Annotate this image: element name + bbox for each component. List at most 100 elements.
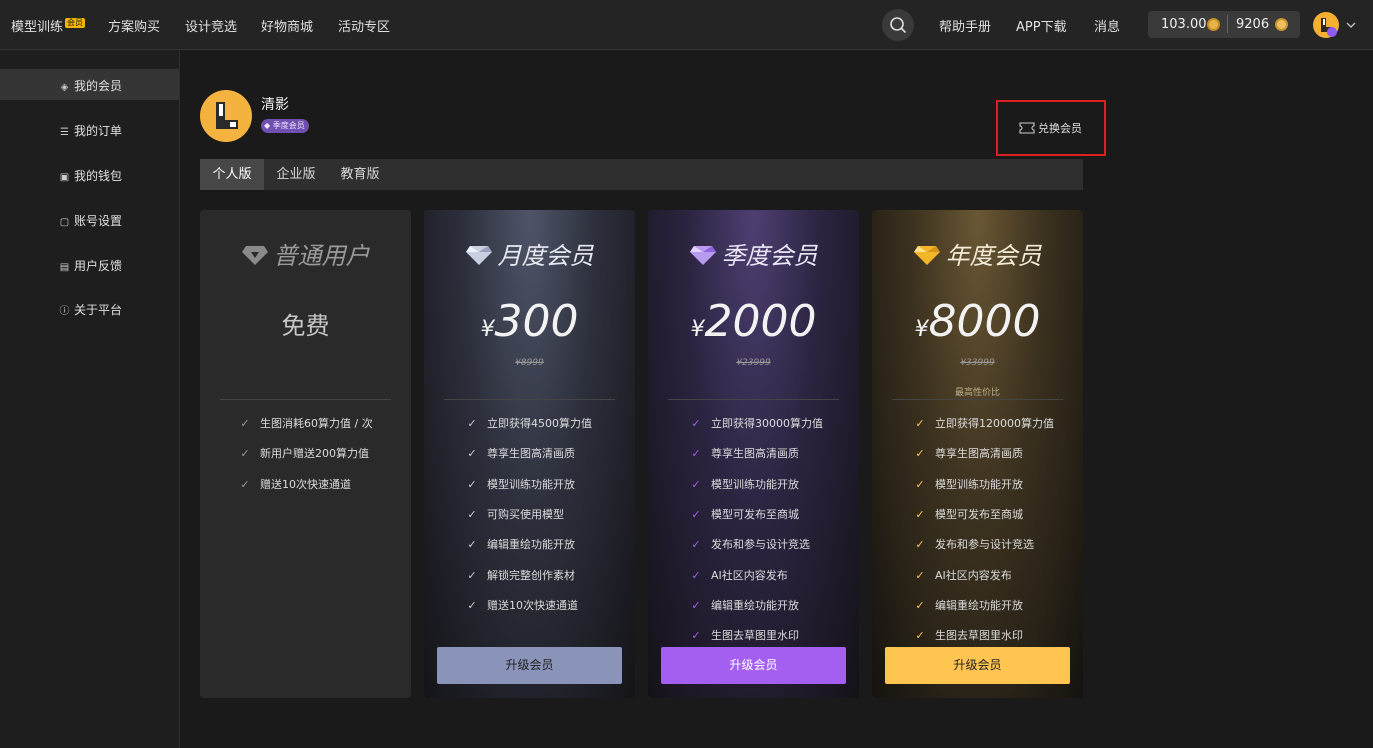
member-level-label: 季度会员 xyxy=(272,121,305,130)
feature-label: 发布和参与设计竞选 xyxy=(935,538,1034,552)
check-icon: ✓ xyxy=(691,417,701,430)
original-price: ¥23999 xyxy=(736,358,771,368)
feature-label: 立即获得120000算力值 xyxy=(935,417,1054,430)
plan-title-text: 普通用户 xyxy=(273,242,370,270)
plan-price: 免费 xyxy=(281,312,330,340)
check-icon: ✓ xyxy=(467,598,477,612)
feature-item: ✓ 编辑重绘功能开放 xyxy=(466,536,575,552)
tab-personal[interactable]: 个人版 xyxy=(200,159,264,190)
check-icon: ✓ xyxy=(691,477,701,491)
feature-item: ✓ 编辑重绘功能开放 xyxy=(914,597,1023,613)
feature-label: 编辑重绘功能开放 xyxy=(487,538,575,552)
search-button[interactable] xyxy=(882,9,914,41)
coin-icon xyxy=(1207,18,1220,31)
feature-item: ✓ 模型训练功能开放 xyxy=(466,476,575,492)
check-icon: ✓ xyxy=(915,568,925,582)
diamond-icon xyxy=(465,246,492,265)
feature-item: ✓ AI社区内容发布 xyxy=(690,567,788,583)
feature-item: ✓ 立即获得4500算力值 xyxy=(466,415,592,431)
points-icon xyxy=(1275,18,1288,31)
upgrade-button[interactable]: 升级会员 xyxy=(437,647,622,684)
divider xyxy=(444,399,615,400)
help-manual-link[interactable]: 帮助手册 xyxy=(939,16,991,35)
check-icon: ✓ xyxy=(467,447,477,461)
nav-item-plan-purchase[interactable]: 方案购买 xyxy=(108,16,160,35)
check-icon: ✓ xyxy=(915,629,925,643)
feedback-icon: ▤ xyxy=(59,262,70,273)
sidebar-item-wallet[interactable]: ▣ 我的钱包 xyxy=(0,159,179,190)
nav-item-mall[interactable]: 好物商城 xyxy=(261,16,313,35)
check-icon: ✓ xyxy=(915,507,925,521)
chevron-down-icon[interactable] xyxy=(1345,20,1357,30)
upgrade-button[interactable]: 升级会员 xyxy=(885,647,1070,684)
profile-avatar[interactable] xyxy=(200,90,252,142)
upgrade-button[interactable]: 升级会员 xyxy=(661,647,846,684)
plan-title-text: 月度会员 xyxy=(497,242,594,270)
member-status-dot xyxy=(1327,27,1337,37)
feature-label: 立即获得4500算力值 xyxy=(487,417,592,430)
feature-label: 模型训练功能开放 xyxy=(711,477,799,491)
plan-title-text: 年度会员 xyxy=(945,242,1042,270)
profile-name: 清影 xyxy=(261,97,289,113)
list-icon: ☰ xyxy=(60,127,69,138)
top-nav-bar: 模型训练 会员 方案购买 设计竞选 好物商城 活动专区 帮助手册 APP下载 消息… xyxy=(0,0,1373,50)
plan-title: 月度会员 xyxy=(424,236,635,271)
sidebar: ◈ 我的会员 ☰ 我的订单 ▣ 我的钱包 ▢ 账号设置 ▤ 用户反馈 ⓘ 关于平台 xyxy=(0,50,180,748)
redeem-membership-button[interactable]: 兑换会员 xyxy=(1019,120,1082,136)
check-icon: ✓ xyxy=(691,447,701,461)
sidebar-item-about[interactable]: ⓘ 关于平台 xyxy=(0,293,179,324)
plan-title-text: 季度会员 xyxy=(721,242,818,270)
plan-card-free: 普通用户 免费 ✓ 生图消耗60算力值 / 次 ✓ 新用户赠送200算力值 ✓ 赠送1… xyxy=(200,210,411,698)
sidebar-item-account-settings[interactable]: ▢ 账号设置 xyxy=(0,204,179,235)
nav-item-design-contest[interactable]: 设计竞选 xyxy=(185,16,237,35)
feature-label: 编辑重绘功能开放 xyxy=(711,598,799,612)
nav-item-model-training[interactable]: 模型训练 会员 xyxy=(11,16,86,35)
feature-label: 生图去草图里水印 xyxy=(935,629,1023,643)
plan-card-monthly: 月度会员 ¥300 ¥8999 ✓ 立即获得4500算力值 ✓ 尊享生图高清画质 ✓ 模型… xyxy=(424,210,635,698)
nav-item-events[interactable]: 活动专区 xyxy=(338,16,390,35)
feature-item: ✓ 赠送10次快速通道 xyxy=(240,478,351,491)
feature-label: 尊享生图高清画质 xyxy=(487,447,575,461)
feature-item: ✓ 立即获得30000算力值 xyxy=(690,415,823,431)
sidebar-item-label: 关于平台 xyxy=(74,303,123,317)
check-icon: ✓ xyxy=(240,417,250,430)
feature-item: ✓ 可购买使用模型 xyxy=(466,506,564,522)
feature-item: ✓ AI社区内容发布 xyxy=(914,567,1011,583)
check-icon: ✓ xyxy=(691,598,701,612)
sidebar-item-feedback[interactable]: ▤ 用户反馈 xyxy=(0,249,179,280)
feature-label: 生图去草图里水印 xyxy=(711,629,799,643)
feature-item: ✓ 发布和参与设计竞选 xyxy=(690,536,810,552)
feature-item: ✓ 发布和参与设计竞选 xyxy=(914,536,1034,552)
user-card-icon: ▢ xyxy=(59,217,70,228)
plan-title: 普通用户 xyxy=(200,236,411,271)
check-icon: ✓ xyxy=(467,568,477,582)
tab-enterprise[interactable]: 企业版 xyxy=(264,159,328,190)
sidebar-item-membership[interactable]: ◈ 我的会员 xyxy=(0,69,179,100)
diamond-icon xyxy=(913,246,940,265)
divider xyxy=(668,399,839,400)
balance-panel[interactable]: 103.00 9206 xyxy=(1148,11,1300,38)
check-icon: ✓ xyxy=(691,629,701,643)
sidebar-item-label: 账号设置 xyxy=(74,214,123,228)
feature-item: ✓ 尊享生图高清画质 xyxy=(466,445,575,461)
messages-link[interactable]: 消息 xyxy=(1094,16,1120,35)
sidebar-item-label: 用户反馈 xyxy=(74,259,123,273)
feature-label: 可购买使用模型 xyxy=(487,507,564,521)
plan-card-yearly: 年度会员 ¥8000 ¥33999 最高性价比 ✓ 立即获得120000算力值 ✓ 尊… xyxy=(872,210,1083,698)
app-download-link[interactable]: APP下载 xyxy=(1016,16,1067,35)
plan-title: 季度会员 xyxy=(648,236,859,271)
sidebar-item-orders[interactable]: ☰ 我的订单 xyxy=(0,114,179,145)
sidebar-item-label: 我的钱包 xyxy=(74,169,123,183)
tab-education[interactable]: 教育版 xyxy=(328,159,392,190)
feature-item: ✓ 生图消耗60算力值 / 次 xyxy=(240,417,373,430)
feature-label: AI社区内容发布 xyxy=(711,568,788,582)
points-balance: 9206 xyxy=(1236,17,1270,32)
member-level-badge: ◆ 季度会员 xyxy=(261,119,309,133)
feature-label: 解锁完整创作素材 xyxy=(487,568,575,582)
check-icon: ✓ xyxy=(240,478,250,491)
sidebar-item-label: 我的会员 xyxy=(74,79,123,93)
nav-label: 模型训练 xyxy=(11,20,64,35)
check-icon: ✓ xyxy=(467,477,477,491)
feature-item: ✓ 尊享生图高清画质 xyxy=(690,445,799,461)
feature-item: ✓ 编辑重绘功能开放 xyxy=(690,597,799,613)
